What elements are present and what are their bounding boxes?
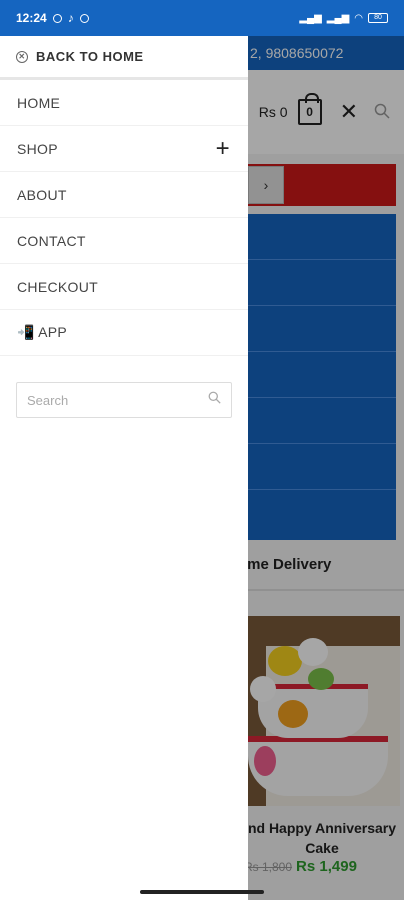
wifi-icon: ◠ [354, 12, 363, 24]
expand-plus-icon[interactable]: + [216, 135, 230, 163]
nav-item-shop[interactable]: SHOP + [0, 126, 248, 172]
nav-item-home[interactable]: HOME [0, 80, 248, 126]
drawer-search-box[interactable] [16, 382, 232, 418]
nav-item-label: CHECKOUT [17, 278, 98, 295]
close-circle-icon: ✕ [16, 50, 28, 63]
status-time: 12:24 [16, 11, 47, 25]
nav-item-label: SHOP [17, 140, 58, 157]
signal-icon: ▂▄▆ [326, 12, 350, 24]
nav-item-about[interactable]: ABOUT [0, 172, 248, 218]
gesture-home-bar[interactable] [140, 890, 264, 894]
nav-item-label: 📲 APP [17, 324, 68, 340]
status-bar: 12:24 ♪ ▂▄▆ ▂▄▆ ◠ 80 [0, 0, 404, 36]
nav-drawer: ✕ BACK TO HOME HOME SHOP + ABOUT CONTACT… [0, 36, 248, 900]
search-input[interactable] [27, 392, 187, 408]
back-to-home-button[interactable]: ✕ BACK TO HOME [0, 36, 248, 80]
message-icon [52, 13, 62, 23]
back-to-home-label: BACK TO HOME [36, 49, 144, 64]
search-icon[interactable] [208, 391, 221, 409]
signal-icon: ▂▄▆ [299, 12, 322, 24]
nav-item-app[interactable]: 📲 APP [0, 310, 248, 356]
nav-item-label: ABOUT [17, 186, 67, 203]
nav-item-checkout[interactable]: CHECKOUT [0, 264, 248, 310]
whatsapp-icon [79, 13, 89, 23]
nav-item-label: HOME [17, 94, 61, 111]
nav-item-label: CONTACT [17, 232, 86, 249]
tiktok-icon: ♪ [67, 11, 74, 25]
nav-item-contact[interactable]: CONTACT [0, 218, 248, 264]
battery-icon: 80 [368, 13, 388, 23]
